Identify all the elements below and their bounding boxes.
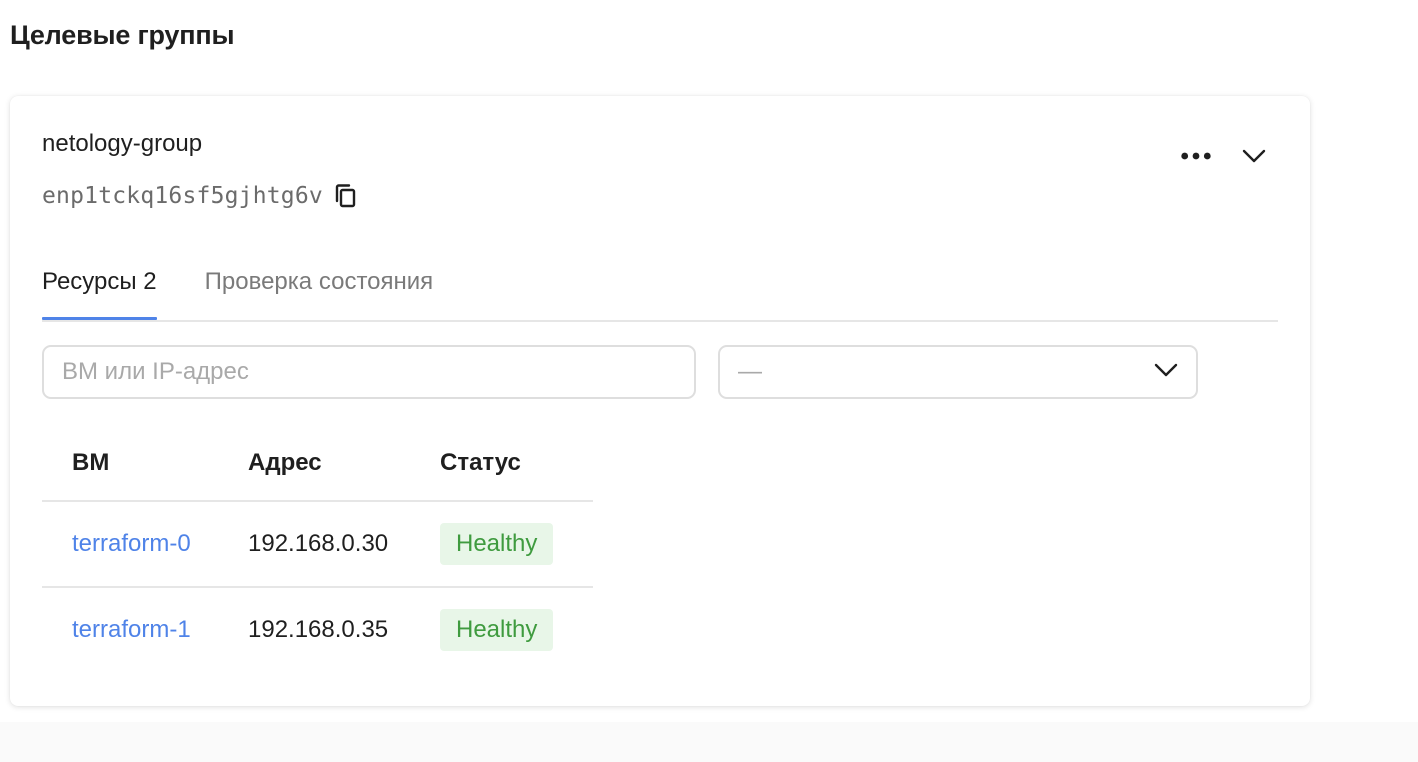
table-cell-status: Healthy xyxy=(440,587,593,672)
page-title: Целевые группы xyxy=(10,20,235,50)
table-header-row: ВМ Адрес Статус xyxy=(42,426,593,502)
column-header-vm[interactable]: ВМ xyxy=(42,426,248,502)
card-actions xyxy=(1180,140,1270,172)
table-cell-vm: terraform-0 xyxy=(42,501,248,588)
group-id: enp1tckq16sf5gjhtg6v xyxy=(42,183,323,209)
more-horizontal-icon[interactable] xyxy=(1180,140,1212,172)
table-row: terraform-1 192.168.0.35 Healthy xyxy=(42,587,593,672)
target-group-card: netology-group enp1tckq16sf5gjhtg6v Ресу… xyxy=(10,96,1310,706)
tab-health-check[interactable]: Проверка состояния xyxy=(205,258,434,318)
group-id-row: enp1tckq16sf5gjhtg6v xyxy=(42,182,359,210)
vm-link[interactable]: terraform-0 xyxy=(72,530,191,557)
table-cell-address: 192.168.0.30 xyxy=(248,501,440,588)
table-cell-vm: terraform-1 xyxy=(42,587,248,672)
chevron-down-icon[interactable] xyxy=(1238,140,1270,172)
search-input[interactable] xyxy=(42,345,696,399)
resources-table: ВМ Адрес Статус terraform-0 192.168.0.30… xyxy=(42,426,593,672)
chevron-down-icon xyxy=(1154,363,1178,382)
group-name: netology-group xyxy=(42,130,203,157)
column-header-address[interactable]: Адрес xyxy=(248,426,440,502)
vm-link[interactable]: terraform-1 xyxy=(72,616,191,643)
select-value: — xyxy=(738,358,762,385)
status-badge: Healthy xyxy=(440,523,554,565)
table-cell-address: 192.168.0.35 xyxy=(248,616,389,643)
table-cell-status: Healthy xyxy=(440,501,593,588)
status-filter-select[interactable]: — xyxy=(718,345,1198,399)
tabs: Ресурсы 2 Проверка состояния xyxy=(42,258,1278,322)
table-row: terraform-0 192.168.0.30 Healthy xyxy=(42,501,593,588)
copy-icon[interactable] xyxy=(333,182,359,210)
tab-resources[interactable]: Ресурсы 2 xyxy=(42,258,157,320)
status-badge: Healthy xyxy=(440,609,554,651)
column-header-status[interactable]: Статус xyxy=(440,426,593,502)
page-footer-area xyxy=(0,722,1418,762)
